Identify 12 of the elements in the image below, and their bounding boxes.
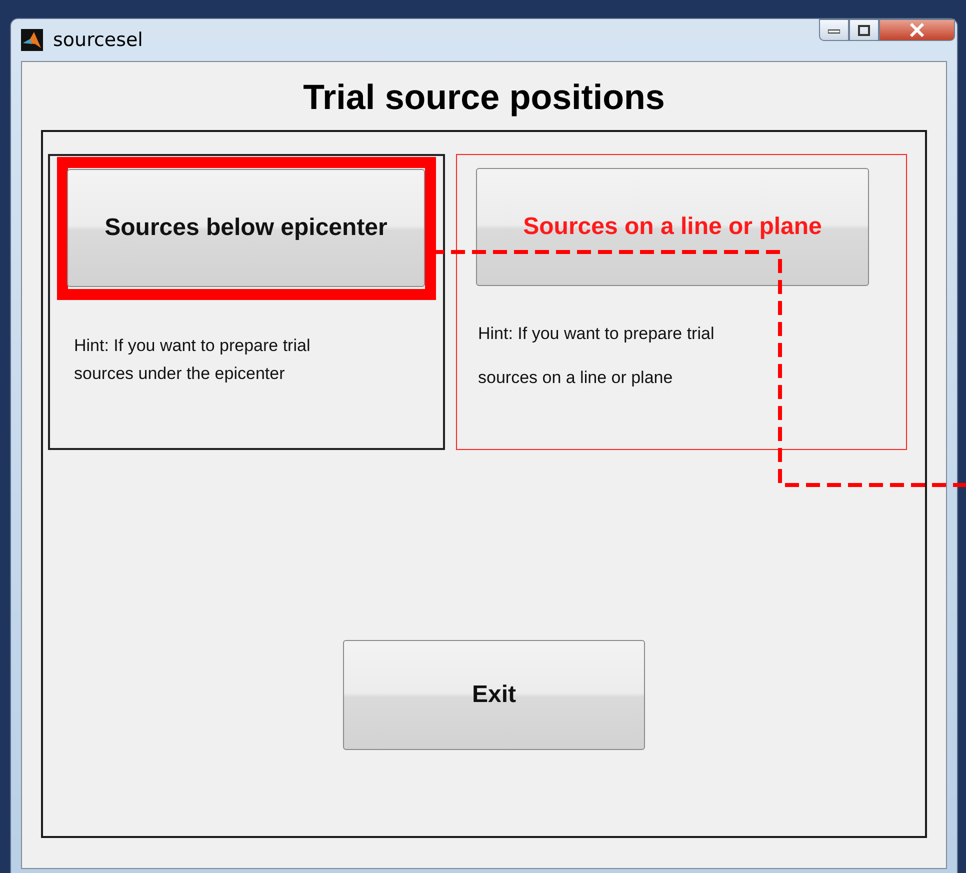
dialog-heading: Trial source positions xyxy=(303,78,665,118)
exit-button[interactable]: Exit xyxy=(343,640,645,750)
close-icon xyxy=(909,23,925,37)
hint-text: Hint: If you want to prepare trial sources on a line or plane xyxy=(478,323,716,389)
window-title: sourcesel xyxy=(53,29,143,51)
maximize-button[interactable] xyxy=(849,19,879,41)
app-icon xyxy=(21,29,43,51)
hint-text: Hint: If you want to prepare trial sources under the epicenter xyxy=(74,335,312,385)
option-button[interactable]: Sources below epicenter xyxy=(67,169,425,287)
minimize-button[interactable] xyxy=(819,19,849,41)
maximize-icon xyxy=(858,24,870,36)
close-button[interactable] xyxy=(879,19,955,41)
